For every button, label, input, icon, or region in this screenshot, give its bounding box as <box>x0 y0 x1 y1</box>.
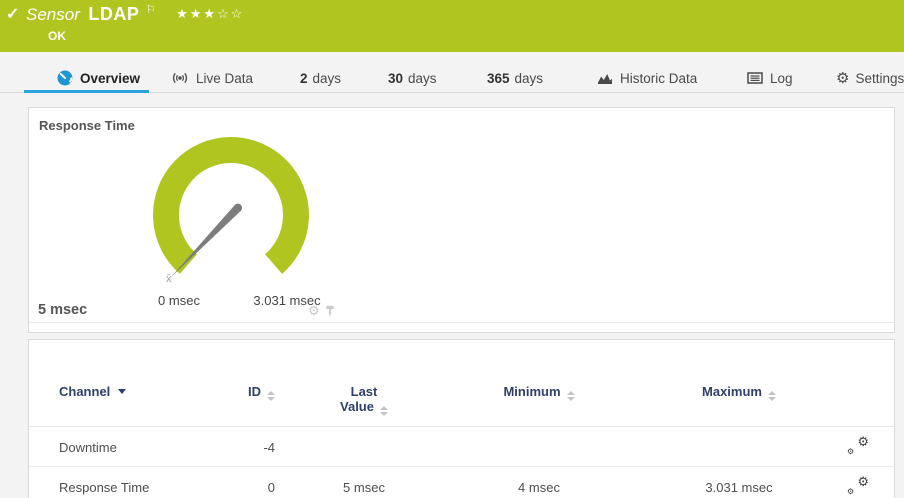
tab-label: Historic Data <box>620 71 697 86</box>
channel-settings-icon[interactable]: ⚙ ⚙ <box>847 437 869 454</box>
tab-label: Overview <box>80 71 140 86</box>
channel-minimum: 4 msec <box>439 467 639 498</box>
page-title-prefix: Sensor <box>26 5 80 24</box>
channel-name: Downtime <box>29 427 219 467</box>
sort-icon <box>267 391 275 401</box>
channel-last-value: 5 msec <box>289 467 439 498</box>
gauge-footer-divider <box>29 322 894 323</box>
gauge-panel: Response Time x̄ 0 msec 3.031 msec 5 mse… <box>28 107 895 333</box>
active-tab-underline <box>24 90 149 93</box>
channel-settings-icon[interactable]: ⚙ ⚙ <box>847 477 869 494</box>
channel-id: 0 <box>219 467 289 498</box>
sensor-header: ✓ Sensor LDAP ⚐ ★★★☆☆ OK <box>0 0 904 52</box>
channel-id: -4 <box>219 427 289 467</box>
status-check-icon: ✓ <box>6 4 19 24</box>
tab-label: days <box>313 71 342 86</box>
column-header-id[interactable]: ID <box>219 364 289 427</box>
channel-last-value <box>289 427 439 467</box>
channel-row-response-time[interactable]: Response Time 0 5 msec 4 msec 3.031 msec… <box>29 467 894 498</box>
log-icon <box>747 72 763 84</box>
column-header-settings <box>839 364 894 427</box>
tab-2-days[interactable]: 2 days <box>300 64 341 92</box>
gauge-icon <box>57 70 73 86</box>
sort-icon <box>380 406 388 416</box>
channel-minimum <box>439 427 639 467</box>
tab-settings[interactable]: ⚙ Settings <box>836 64 904 92</box>
column-header-maximum[interactable]: Maximum <box>639 364 839 427</box>
gear-icon: ⚙ <box>836 69 849 87</box>
priority-stars[interactable]: ★★★☆☆ <box>176 6 244 21</box>
average-marker: x̄ <box>166 273 172 285</box>
column-header-channel[interactable]: Channel <box>29 364 219 427</box>
channel-maximum: 3.031 msec <box>639 467 839 498</box>
tab-label: days <box>408 71 437 86</box>
sensor-status-badge: OK <box>48 29 66 43</box>
channels-table: Channel ID Last Value Minimum Maximum <box>29 364 894 498</box>
channel-row-downtime[interactable]: Downtime -4 ⚙ ⚙ <box>29 427 894 467</box>
tab-historic-data[interactable]: Historic Data <box>597 64 697 92</box>
tab-label: days <box>515 71 544 86</box>
tab-30-days[interactable]: 30 days <box>388 64 437 92</box>
tab-live-data[interactable]: Live Data <box>171 64 253 92</box>
tab-overview[interactable]: Overview <box>57 64 140 92</box>
channels-panel: Channel ID Last Value Minimum Maximum <box>28 339 895 498</box>
sort-icon <box>768 391 776 401</box>
live-data-icon <box>171 71 189 85</box>
page-title: Sensor LDAP ⚐ ★★★☆☆ <box>26 3 244 25</box>
chart-icon <box>597 72 613 85</box>
flag-icon[interactable]: ⚐ <box>146 4 156 16</box>
channel-maximum <box>639 427 839 467</box>
tab-label: Settings <box>855 71 904 86</box>
channel-name: Response Time <box>29 467 219 498</box>
sort-caret-icon <box>118 389 126 394</box>
tab-log[interactable]: Log <box>747 64 793 92</box>
tab-label: Live Data <box>196 71 253 86</box>
table-header-row: Channel ID Last Value Minimum Maximum <box>29 364 894 427</box>
gauge-settings-icon[interactable]: ⚙ <box>308 303 320 319</box>
prtg-sensor-page: ✓ Sensor LDAP ⚐ ★★★☆☆ OK Overview <box>0 0 904 498</box>
tab-label: Log <box>770 71 793 86</box>
tab-365-days[interactable]: 365 days <box>487 64 543 92</box>
column-header-last-value[interactable]: Last Value <box>289 364 439 427</box>
sensor-name: LDAP <box>88 4 139 24</box>
gauge-title: Response Time <box>39 118 135 133</box>
sort-icon <box>567 391 575 401</box>
gauge-pin-icon[interactable] <box>325 305 335 323</box>
column-header-minimum[interactable]: Minimum <box>439 364 639 427</box>
gauge-current-value: 5 msec <box>38 302 87 318</box>
gauge-scale-min: 0 msec <box>147 293 211 308</box>
